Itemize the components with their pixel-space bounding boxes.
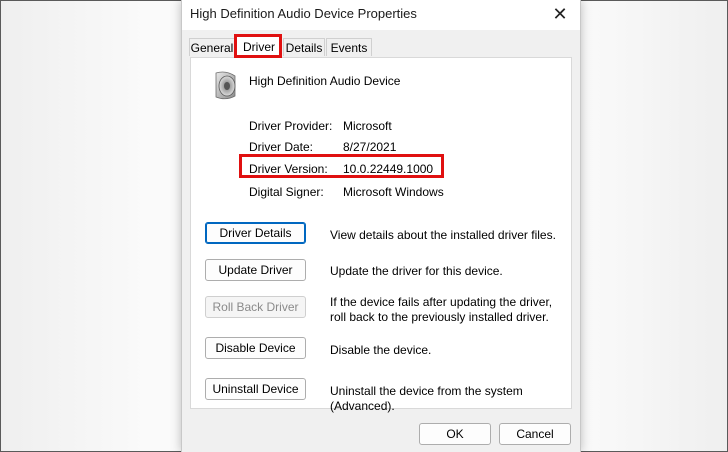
update-driver-button[interactable]: Update Driver xyxy=(205,259,306,281)
ok-button[interactable]: OK xyxy=(419,423,491,445)
close-icon[interactable]: ✕ xyxy=(548,3,572,25)
title-bar: High Definition Audio Device Properties … xyxy=(182,0,580,30)
driver-provider-value: Microsoft xyxy=(343,119,392,133)
cancel-button[interactable]: Cancel xyxy=(499,423,571,445)
disable-device-button[interactable]: Disable Device xyxy=(205,337,306,359)
device-name: High Definition Audio Device xyxy=(249,74,401,88)
driver-tab-panel: High Definition Audio Device Driver Prov… xyxy=(190,57,572,413)
tab-events[interactable]: Events xyxy=(326,38,372,56)
driver-details-button[interactable]: Driver Details xyxy=(205,222,306,244)
properties-dialog: High Definition Audio Device Properties … xyxy=(181,0,581,452)
uninstall-device-description: Uninstall the device from the system (Ad… xyxy=(330,384,523,413)
update-driver-description: Update the driver for this device. xyxy=(330,264,503,278)
tab-driver[interactable]: Driver xyxy=(236,36,282,57)
speaker-icon xyxy=(215,71,236,100)
driver-version-label: Driver Version: xyxy=(249,162,328,176)
driver-date-value: 8/27/2021 xyxy=(343,140,397,154)
driver-details-description: View details about the installed driver … xyxy=(330,228,556,242)
digital-signer-value: Microsoft Windows xyxy=(343,185,444,199)
digital-signer-label: Digital Signer: xyxy=(249,185,324,199)
driver-provider-label: Driver Provider: xyxy=(249,119,333,133)
driver-version-value: 10.0.22449.1000 xyxy=(343,162,434,176)
window-title: High Definition Audio Device Properties xyxy=(190,6,417,21)
driver-date-label: Driver Date: xyxy=(249,140,314,154)
tab-details[interactable]: Details xyxy=(283,38,325,56)
roll-back-driver-button[interactable]: Roll Back Driver xyxy=(205,296,306,318)
uninstall-device-button[interactable]: Uninstall Device xyxy=(205,378,306,400)
tab-general[interactable]: General xyxy=(189,38,235,56)
disable-device-description: Disable the device. xyxy=(330,343,432,357)
roll-back-description: If the device fails after updating the d… xyxy=(330,295,553,324)
